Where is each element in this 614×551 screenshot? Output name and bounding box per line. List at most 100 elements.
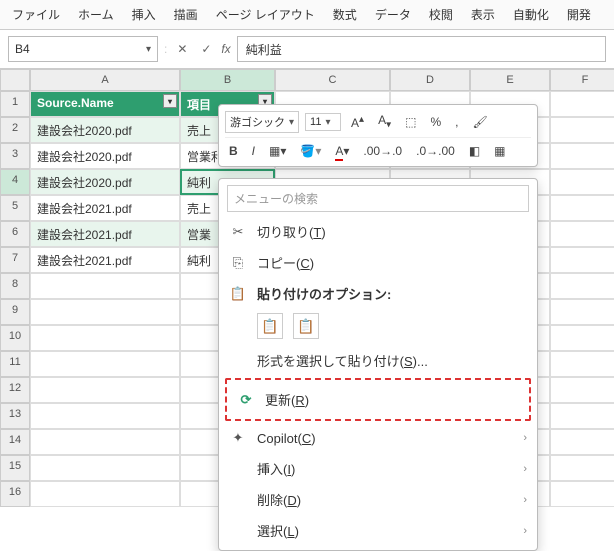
col-F[interactable]: F (550, 69, 614, 91)
context-paste-special[interactable]: 形式を選択して貼り付け(S)... (219, 345, 537, 376)
col-B[interactable]: B (180, 69, 275, 91)
cell[interactable] (550, 169, 614, 195)
cell[interactable] (550, 247, 614, 273)
row-16[interactable]: 16 (0, 481, 30, 507)
name-box[interactable]: B4 ▾ (8, 36, 158, 62)
row-7[interactable]: 7 (0, 247, 30, 273)
ribbon-view[interactable]: 表示 (471, 6, 495, 23)
cell[interactable] (550, 455, 614, 481)
decrease-decimal-icon[interactable]: .00→.0 (359, 142, 406, 160)
ribbon-dev[interactable]: 開発 (567, 6, 591, 23)
cell[interactable] (30, 273, 180, 299)
font-selector[interactable]: 游ゴシック ▾ (225, 111, 299, 133)
comma-icon[interactable]: , (451, 113, 462, 131)
fx-icon[interactable]: fx (221, 42, 230, 56)
cell[interactable] (30, 377, 180, 403)
cell[interactable] (30, 429, 180, 455)
table-style-icon[interactable]: ▦ (490, 142, 509, 160)
context-insert[interactable]: 挿入(I) › (219, 453, 537, 484)
decrease-font-icon[interactable]: A▾ (374, 111, 395, 132)
select-all-corner[interactable] (0, 69, 30, 91)
ribbon-file[interactable]: ファイル (12, 6, 60, 23)
cell[interactable] (30, 455, 180, 481)
row-3[interactable]: 3 (0, 143, 30, 169)
cell[interactable] (550, 299, 614, 325)
format-painter-icon[interactable]: 🖌 (468, 113, 491, 131)
paste-option-values-icon[interactable]: 📋 (293, 313, 319, 339)
cell-A4[interactable]: 建設会社2020.pdf (30, 169, 180, 195)
row-10[interactable]: 10 (0, 325, 30, 351)
cell[interactable] (30, 403, 180, 429)
border-icon[interactable]: ▦▾ (265, 142, 290, 160)
cell[interactable] (550, 117, 614, 143)
cell[interactable] (550, 143, 614, 169)
ribbon-formulas[interactable]: 数式 (333, 6, 357, 23)
row-9[interactable]: 9 (0, 299, 30, 325)
paste-option-default-icon[interactable]: 📋 (257, 313, 283, 339)
context-refresh[interactable]: ⟳ 更新(R) (229, 382, 527, 417)
accept-formula-icon[interactable]: ✓ (197, 42, 215, 56)
merge-icon[interactable]: ⬚ (401, 113, 420, 131)
cell[interactable] (550, 221, 614, 247)
cell[interactable] (550, 377, 614, 403)
cell[interactable] (550, 325, 614, 351)
font-color-icon[interactable]: A▾ (331, 142, 353, 160)
cell[interactable] (30, 325, 180, 351)
cell[interactable] (550, 91, 614, 117)
header-source-name[interactable]: Source.Name ▾ (30, 91, 180, 117)
row-14[interactable]: 14 (0, 429, 30, 455)
context-menu-search[interactable]: メニューの検索 (227, 185, 529, 212)
cell[interactable] (550, 195, 614, 221)
col-E[interactable]: E (470, 69, 550, 91)
cell[interactable] (550, 481, 614, 507)
row-2[interactable]: 2 (0, 117, 30, 143)
cell[interactable] (550, 403, 614, 429)
context-select[interactable]: 選択(L) › (219, 515, 537, 546)
cell-A7[interactable]: 建設会社2021.pdf (30, 247, 180, 273)
col-C[interactable]: C (275, 69, 390, 91)
cell[interactable] (30, 351, 180, 377)
cancel-formula-icon[interactable]: ✕ (173, 42, 191, 56)
row-8[interactable]: 8 (0, 273, 30, 299)
cell-A3[interactable]: 建設会社2020.pdf (30, 143, 180, 169)
row-13[interactable]: 13 (0, 403, 30, 429)
format-icon[interactable]: ◧ (465, 142, 484, 160)
ribbon-automate[interactable]: 自動化 (513, 6, 549, 23)
ribbon-pagelayout[interactable]: ページ レイアウト (216, 6, 315, 23)
row-6[interactable]: 6 (0, 221, 30, 247)
formula-input[interactable]: 純利益 (237, 36, 606, 62)
context-cut[interactable]: ✂ 切り取り(T) (219, 216, 537, 247)
increase-font-icon[interactable]: A▴ (347, 112, 368, 132)
cell[interactable] (30, 481, 180, 507)
bold-button[interactable]: B (225, 142, 242, 160)
cell[interactable] (30, 299, 180, 325)
ribbon-insert[interactable]: 挿入 (132, 6, 156, 23)
ribbon-home[interactable]: ホーム (78, 6, 114, 23)
italic-button[interactable]: I (248, 142, 259, 160)
context-copy[interactable]: ⎘ コピー(C) (219, 247, 537, 278)
cell-A5[interactable]: 建設会社2021.pdf (30, 195, 180, 221)
increase-decimal-icon[interactable]: .0→.00 (412, 142, 459, 160)
cell-A6[interactable]: 建設会社2021.pdf (30, 221, 180, 247)
cell[interactable] (550, 351, 614, 377)
col-A[interactable]: A (30, 69, 180, 91)
row-4[interactable]: 4 (0, 169, 30, 195)
ribbon-draw[interactable]: 描画 (174, 6, 198, 23)
chevron-down-icon[interactable]: ▾ (146, 44, 151, 55)
col-D[interactable]: D (390, 69, 470, 91)
cell-A2[interactable]: 建設会社2020.pdf (30, 117, 180, 143)
ribbon-review[interactable]: 校閲 (429, 6, 453, 23)
row-5[interactable]: 5 (0, 195, 30, 221)
ribbon-data[interactable]: データ (375, 6, 411, 23)
cell[interactable] (550, 273, 614, 299)
row-11[interactable]: 11 (0, 351, 30, 377)
context-delete[interactable]: 削除(D) › (219, 484, 537, 515)
font-size-selector[interactable]: 11 ▾ (305, 113, 341, 131)
cell[interactable] (550, 429, 614, 455)
row-15[interactable]: 15 (0, 455, 30, 481)
percent-icon[interactable]: % (426, 113, 445, 131)
row-12[interactable]: 12 (0, 377, 30, 403)
row-1[interactable]: 1 (0, 91, 30, 117)
filter-dropdown-icon[interactable]: ▾ (163, 94, 177, 108)
context-copilot[interactable]: ✦ Copilot(C) › (219, 423, 537, 453)
